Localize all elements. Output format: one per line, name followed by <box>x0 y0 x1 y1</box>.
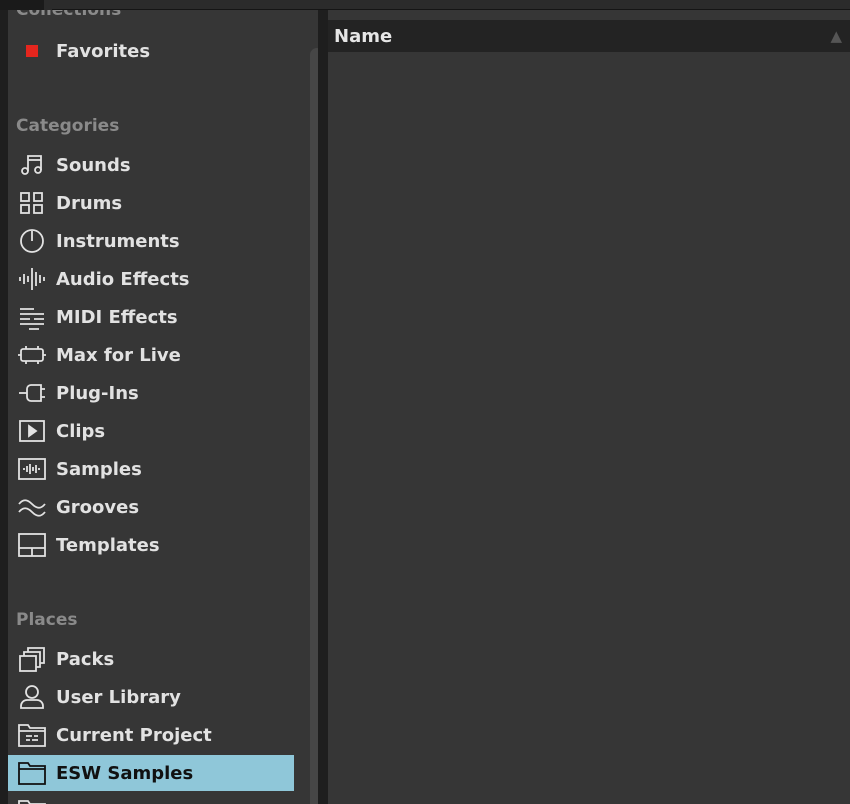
user-icon <box>8 679 56 715</box>
grid-icon <box>8 185 56 221</box>
project-folder-icon <box>8 717 56 753</box>
sidebar-item-drums[interactable]: Drums <box>8 185 294 221</box>
plug-icon <box>8 375 56 411</box>
column-header-name[interactable]: Name <box>328 26 392 47</box>
sidebar-item-label: Packs <box>56 648 115 670</box>
sidebar-item-label: Plug-Ins <box>56 382 139 404</box>
sidebar-item-label: Audio Effects <box>56 268 190 290</box>
sidebar-item-clips[interactable]: Clips <box>8 413 294 449</box>
folder-icon <box>8 793 56 804</box>
power-icon <box>8 223 56 259</box>
column-header[interactable]: Name ▲ <box>328 20 850 52</box>
play-box-icon <box>8 413 56 449</box>
sidebar-item-partial[interactable] <box>8 793 294 804</box>
template-icon <box>8 527 56 563</box>
sidebar-item-label: Favorites <box>56 40 151 62</box>
top-bar-notch <box>0 0 44 10</box>
wave-lines-icon <box>8 489 56 525</box>
sidebar-item-grooves[interactable]: Grooves <box>8 489 294 525</box>
sidebar-item-favorites[interactable]: Favorites <box>8 33 294 69</box>
sidebar-item-label: MIDI Effects <box>56 306 178 328</box>
browser-content-pane: Name ▲ <box>328 10 850 804</box>
sidebar-item-instruments[interactable]: Instruments <box>8 223 294 259</box>
max-patch-icon <box>8 337 56 373</box>
top-bar <box>0 0 850 10</box>
sidebar-item-label: Templates <box>56 534 160 556</box>
sidebar-item-esw-samples[interactable]: ESW Samples <box>8 755 294 791</box>
sample-wave-box-icon <box>8 451 56 487</box>
places-header: Places <box>16 610 78 630</box>
sidebar-item-user-library[interactable]: User Library <box>8 679 294 715</box>
sidebar-item-label: Instruments <box>56 230 180 252</box>
sidebar-item-templates[interactable]: Templates <box>8 527 294 563</box>
sidebar-item-label: User Library <box>56 686 181 708</box>
sidebar-item-label: Grooves <box>56 496 140 518</box>
sidebar-item-label: Clips <box>56 420 106 442</box>
sidebar-item-label: Samples <box>56 458 142 480</box>
sidebar-item-label: ESW Samples <box>56 762 194 784</box>
sidebar-item-midi-effects[interactable]: MIDI Effects <box>8 299 294 335</box>
sidebar-item-label: Drums <box>56 192 123 214</box>
sidebar-item-max-for-live[interactable]: Max for Live <box>8 337 294 373</box>
midi-bars-icon <box>8 299 56 335</box>
sidebar-item-sounds[interactable]: Sounds <box>8 147 294 183</box>
sidebar-item-label: Current Project <box>56 724 212 746</box>
sidebar-item-samples[interactable]: Samples <box>8 451 294 487</box>
sidebar-item-label: Max for Live <box>56 344 181 366</box>
packs-icon <box>8 641 56 677</box>
sidebar-item-label: Sounds <box>56 154 131 176</box>
sidebar-item-packs[interactable]: Packs <box>8 641 294 677</box>
sidebar-item-plug-ins[interactable]: Plug-Ins <box>8 375 294 411</box>
sidebar-scrollbar[interactable] <box>310 48 318 804</box>
music-note-icon <box>8 147 56 183</box>
waveform-icon <box>8 261 56 297</box>
sidebar-item-audio-effects[interactable]: Audio Effects <box>8 261 294 297</box>
sort-ascending-icon[interactable]: ▲ <box>830 27 850 45</box>
browser-sidebar: Collections Favorites Categories Sounds … <box>8 10 318 804</box>
categories-header: Categories <box>16 116 120 136</box>
folder-icon <box>8 755 56 791</box>
sidebar-item-current-project[interactable]: Current Project <box>8 717 294 753</box>
favorites-color-swatch <box>8 33 56 69</box>
collections-header: Collections <box>16 10 122 20</box>
